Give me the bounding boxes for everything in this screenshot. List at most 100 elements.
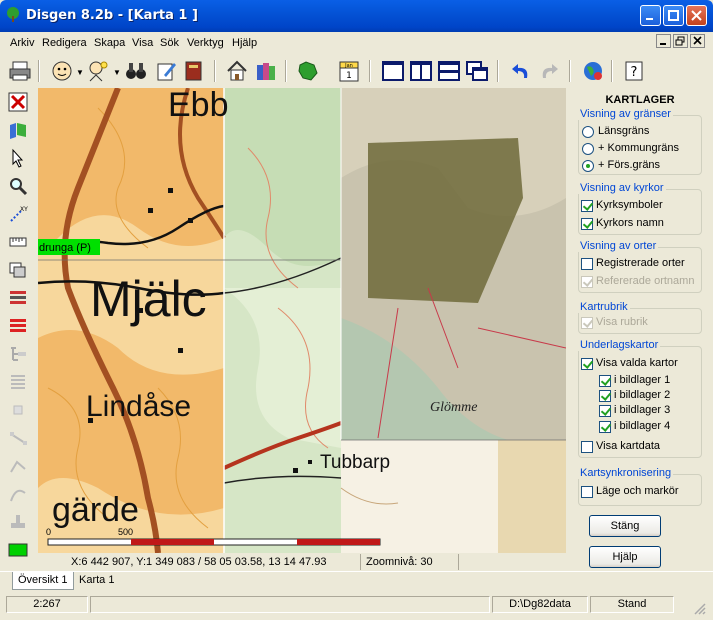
green-color-icon[interactable] [8,540,28,560]
grid-list-icon[interactable] [8,372,28,392]
status-path: D:\Dg82data [492,596,588,613]
close-panel-button[interactable]: Stäng [589,515,661,537]
label-bildlager-3: i bildlager 3 [614,404,671,416]
label-visa-valda-kartor: Visa valda kartor [596,357,678,369]
undo-icon[interactable] [509,59,533,83]
split-vertical-icon[interactable] [409,59,433,83]
map-region-icon[interactable] [296,59,320,83]
home-icon[interactable] [225,59,249,83]
menu-redigera[interactable]: Redigera [42,37,87,49]
book-icon[interactable] [182,59,206,83]
delete-icon[interactable] [8,92,28,112]
polyline-tool-icon[interactable] [8,456,28,476]
group-map-heading-title: Kartrubrik [578,301,630,313]
mdi-close-button[interactable] [690,34,705,48]
map-view[interactable]: Ebb Mjälc Lindåse gärde Tubbarp Glömme d… [38,88,566,553]
tree-app-icon [7,7,19,22]
window-title: Disgen 8.2b - [Karta 1 ] [26,8,198,23]
label-bildlager-1: i bildlager 1 [614,374,671,386]
list-layers-icon[interactable] [8,288,28,308]
radio-forsgrans[interactable] [582,160,594,172]
print-icon[interactable] [8,59,32,83]
minimize-button[interactable] [640,5,661,26]
checkbox-bildlager-2[interactable] [599,390,611,402]
zoom-level: Zoomnivå: 30 [366,556,433,568]
curve-tool-icon[interactable] [8,484,28,504]
binoculars-icon[interactable] [124,59,148,83]
person-icon[interactable] [50,59,74,83]
pointer-icon[interactable] [8,148,28,168]
redo-icon[interactable] [537,59,561,83]
single-view-icon[interactable] [381,59,405,83]
books-icon[interactable] [254,59,278,83]
label-kommungrans: + Kommungräns [598,142,680,154]
radio-lansgrans[interactable] [582,126,594,138]
zoom-icon[interactable] [8,176,28,196]
resize-grip-icon[interactable] [692,601,706,615]
list-red-icon[interactable] [8,316,28,336]
menu-arkiv[interactable]: Arkiv [10,37,34,49]
map-layers-icon[interactable] [8,120,28,140]
copy-icon[interactable] [8,260,28,280]
parish-tag[interactable]: drunga (P) [39,242,91,254]
radio-kommungrans[interactable] [582,143,594,155]
maximize-button[interactable] [663,5,684,26]
label-forsgrans: + Förs.gräns [598,159,661,171]
calendar-icon[interactable]: Jan 1 [337,59,361,83]
checkbox-visa-kartdata[interactable] [581,441,593,453]
mdi-minimize-button[interactable] [656,34,671,48]
label-kyrksymboler: Kyrksymboler [596,199,663,211]
cascade-windows-icon[interactable] [465,59,489,83]
label-lansgrans: Länsgräns [598,125,650,137]
checkbox-bildlager-3[interactable] [599,405,611,417]
menu-skapa[interactable]: Skapa [94,37,125,49]
help-button[interactable]: Hjälp [589,546,661,568]
status-bar: 2:267 D:\Dg82data Stand [0,593,713,620]
checkbox-lage-och-markor[interactable] [581,486,593,498]
label-bildlager-4: i bildlager 4 [614,420,671,432]
svg-text:XY: XY [20,206,28,213]
checkbox-bildlager-1[interactable] [599,375,611,387]
map-label-lindase: Lindåse [86,390,191,423]
checkbox-visa-rubrik[interactable] [581,317,593,329]
coordinate-pointer-icon[interactable]: XY [8,204,28,224]
line-tool-icon[interactable] [8,428,28,448]
svg-text:?: ? [631,65,638,80]
menu-visa[interactable]: Visa [132,37,153,49]
label-registrerade-orter: Registrerade orter [596,257,685,269]
checkbox-kyrksymboler[interactable] [581,200,593,212]
chevron-down-icon[interactable]: ▼ [113,68,121,77]
tree-view-icon[interactable] [8,344,28,364]
checkbox-bildlager-4[interactable] [599,421,611,433]
checkbox-visa-valda-kartor[interactable] [581,358,593,370]
checkbox-registrerade-orter[interactable] [581,258,593,270]
checkbox-kyrkors-namn[interactable] [581,218,593,230]
menu-hjalp[interactable]: Hjälp [232,37,257,49]
map-label-ebb: Ebb [168,88,229,124]
mdi-restore-button[interactable] [673,34,688,48]
checkbox-refererade-ortnamn[interactable] [581,276,593,288]
measure-icon[interactable] [8,232,28,252]
chevron-down-icon[interactable]: ▼ [76,68,84,77]
tab-karta-1[interactable]: Karta 1 [75,572,123,589]
scale-label-zero: 0 [46,527,51,537]
group-places-title: Visning av orter [578,240,659,252]
menu-verktyg[interactable]: Verktyg [187,37,224,49]
close-window-button[interactable] [686,5,707,26]
menu-sok[interactable]: Sök [160,37,179,49]
point-icon[interactable] [8,400,28,420]
split-horizontal-icon[interactable] [437,59,461,83]
map-canvas[interactable]: Ebb Mjälc Lindåse gärde Tubbarp Glömme d… [38,88,566,553]
label-visa-kartdata: Visa kartdata [596,440,661,452]
label-lage-och-markor: Läge och markör [596,485,679,497]
globe-person-icon[interactable] [581,59,605,83]
tab-oversikt-1[interactable]: Översikt 1 [12,572,74,590]
menu-bar: Arkiv Redigera Skapa Visa Sök Verktyg Hj… [0,32,713,54]
stamp-icon[interactable] [8,512,28,532]
calendar-day: 1 [346,71,352,81]
edit-document-icon[interactable] [154,59,178,83]
help-icon[interactable]: ? [622,59,646,83]
scale-label-500: 500 [118,527,133,537]
person-search-icon[interactable] [86,59,110,83]
group-churches-title: Visning av kyrkor [578,182,666,194]
